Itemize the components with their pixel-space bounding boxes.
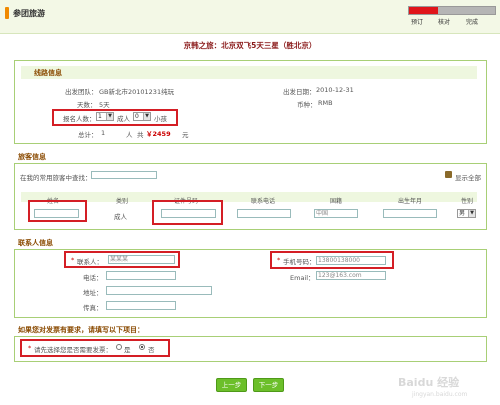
watermark-url: jingyan.baidu.com xyxy=(412,391,468,398)
people-unit: 人 xyxy=(126,131,133,139)
nationality-value: 中国 xyxy=(316,210,329,217)
traveler-category: 成人 xyxy=(114,213,127,221)
page-title: 参团旅游 xyxy=(13,9,45,18)
route-section-title: 线路信息 xyxy=(34,69,62,77)
chevron-down-icon: ▼ xyxy=(106,113,113,120)
email-label: Email： xyxy=(290,274,315,282)
contact-name-label: 联系人： xyxy=(77,258,103,266)
route-section-header xyxy=(21,66,477,79)
total-label: 总计： xyxy=(78,131,98,139)
mobile-label: 手机号码： xyxy=(283,258,316,266)
email-value: 123@163.com xyxy=(318,272,362,279)
invoice-no-label: 否 xyxy=(148,346,155,354)
traveler-section-title: 旅客信息 xyxy=(18,153,46,161)
date-value: 2010-12-31 xyxy=(316,86,354,94)
trip-title: 京韩之旅：北京双飞5天三星（胜北京） xyxy=(183,41,317,50)
total-word: 共 xyxy=(137,131,144,139)
gender-select[interactable]: 男 ▼ xyxy=(457,209,476,218)
phone-input[interactable] xyxy=(106,271,176,280)
gender-value: 男 xyxy=(459,210,466,217)
invoice-question: 请先选择您是否需要发票： xyxy=(34,346,112,354)
date-label: 出发日期： xyxy=(283,88,316,96)
currency-value: RMB xyxy=(318,99,333,107)
adult-count-select[interactable]: 1 ▼ xyxy=(96,112,114,121)
address-label: 地址： xyxy=(83,289,103,297)
contact-name-value: 某某某 xyxy=(110,256,129,263)
currency-label: 币种： xyxy=(297,101,317,109)
header-marker-icon xyxy=(5,7,9,19)
contact-name-input[interactable]: 某某某 xyxy=(108,255,175,264)
traveler-phone-input[interactable] xyxy=(237,209,291,218)
contacts-icon xyxy=(445,171,452,178)
invoice-yes-label: 是 xyxy=(124,346,131,354)
fax-input[interactable] xyxy=(106,301,176,310)
progress-bar xyxy=(408,6,496,15)
search-label: 在我的常用旅客中查找： xyxy=(20,174,92,182)
invoice-section-title: 如果您对发票有要求，请填写以下项目： xyxy=(18,326,144,334)
chevron-down-icon: ▼ xyxy=(468,210,475,217)
mobile-value: 13800138000 xyxy=(318,257,360,264)
price-unit: 元 xyxy=(182,131,189,139)
next-button[interactable]: 下一步 xyxy=(253,378,284,392)
child-label: 小孩 xyxy=(154,115,167,123)
child-count-value: 0 xyxy=(135,113,139,120)
col-birth: 出生年月 xyxy=(398,198,423,205)
phone-label: 电话： xyxy=(83,274,103,282)
fax-label: 传真： xyxy=(83,304,103,312)
address-input[interactable] xyxy=(106,286,212,295)
group-value: GB新北市20101231纯玩 xyxy=(99,88,175,96)
child-count-select[interactable]: 0 ▼ xyxy=(133,112,151,121)
invoice-no-radio[interactable] xyxy=(139,344,145,350)
group-label: 出发团队： xyxy=(65,88,98,96)
step-label-done: 完成 xyxy=(466,19,479,26)
progress-fill xyxy=(409,7,439,14)
contact-section-title: 联系人信息 xyxy=(18,239,53,247)
adult-label: 成人 xyxy=(117,115,130,123)
adult-count-value: 1 xyxy=(98,113,102,120)
col-phone: 联系电话 xyxy=(251,198,276,205)
step-label-check: 核对 xyxy=(438,19,451,26)
col-gender: 性别 xyxy=(461,198,474,205)
headcount-label: 报名人数： xyxy=(63,115,96,123)
show-all-link[interactable]: 显示全部 xyxy=(455,172,481,182)
email-input[interactable]: 123@163.com xyxy=(316,271,386,280)
chevron-down-icon: ▼ xyxy=(143,113,150,120)
traveler-birth-input[interactable] xyxy=(383,209,437,218)
traveler-id-input[interactable] xyxy=(161,209,216,218)
required-mark: * xyxy=(71,256,75,264)
prev-button[interactable]: 上一步 xyxy=(216,378,247,392)
col-category: 类别 xyxy=(116,198,129,205)
watermark-logo: Baidu 经验 xyxy=(398,376,460,389)
invoice-yes-radio[interactable] xyxy=(116,344,122,350)
total-people: 1 xyxy=(101,129,106,137)
traveler-search-input[interactable] xyxy=(91,171,157,179)
mobile-input[interactable]: 13800138000 xyxy=(316,256,386,265)
traveler-name-input[interactable] xyxy=(34,209,79,218)
required-mark: * xyxy=(28,344,32,352)
days-label: 天数： xyxy=(77,101,97,109)
days-value: 5天 xyxy=(99,101,110,109)
step-label-book: 预订 xyxy=(411,19,424,26)
traveler-nationality-input[interactable]: 中国 xyxy=(314,209,358,218)
col-nationality: 国籍 xyxy=(330,198,343,205)
required-mark: * xyxy=(277,256,281,264)
total-price: ￥2459 xyxy=(146,130,171,138)
